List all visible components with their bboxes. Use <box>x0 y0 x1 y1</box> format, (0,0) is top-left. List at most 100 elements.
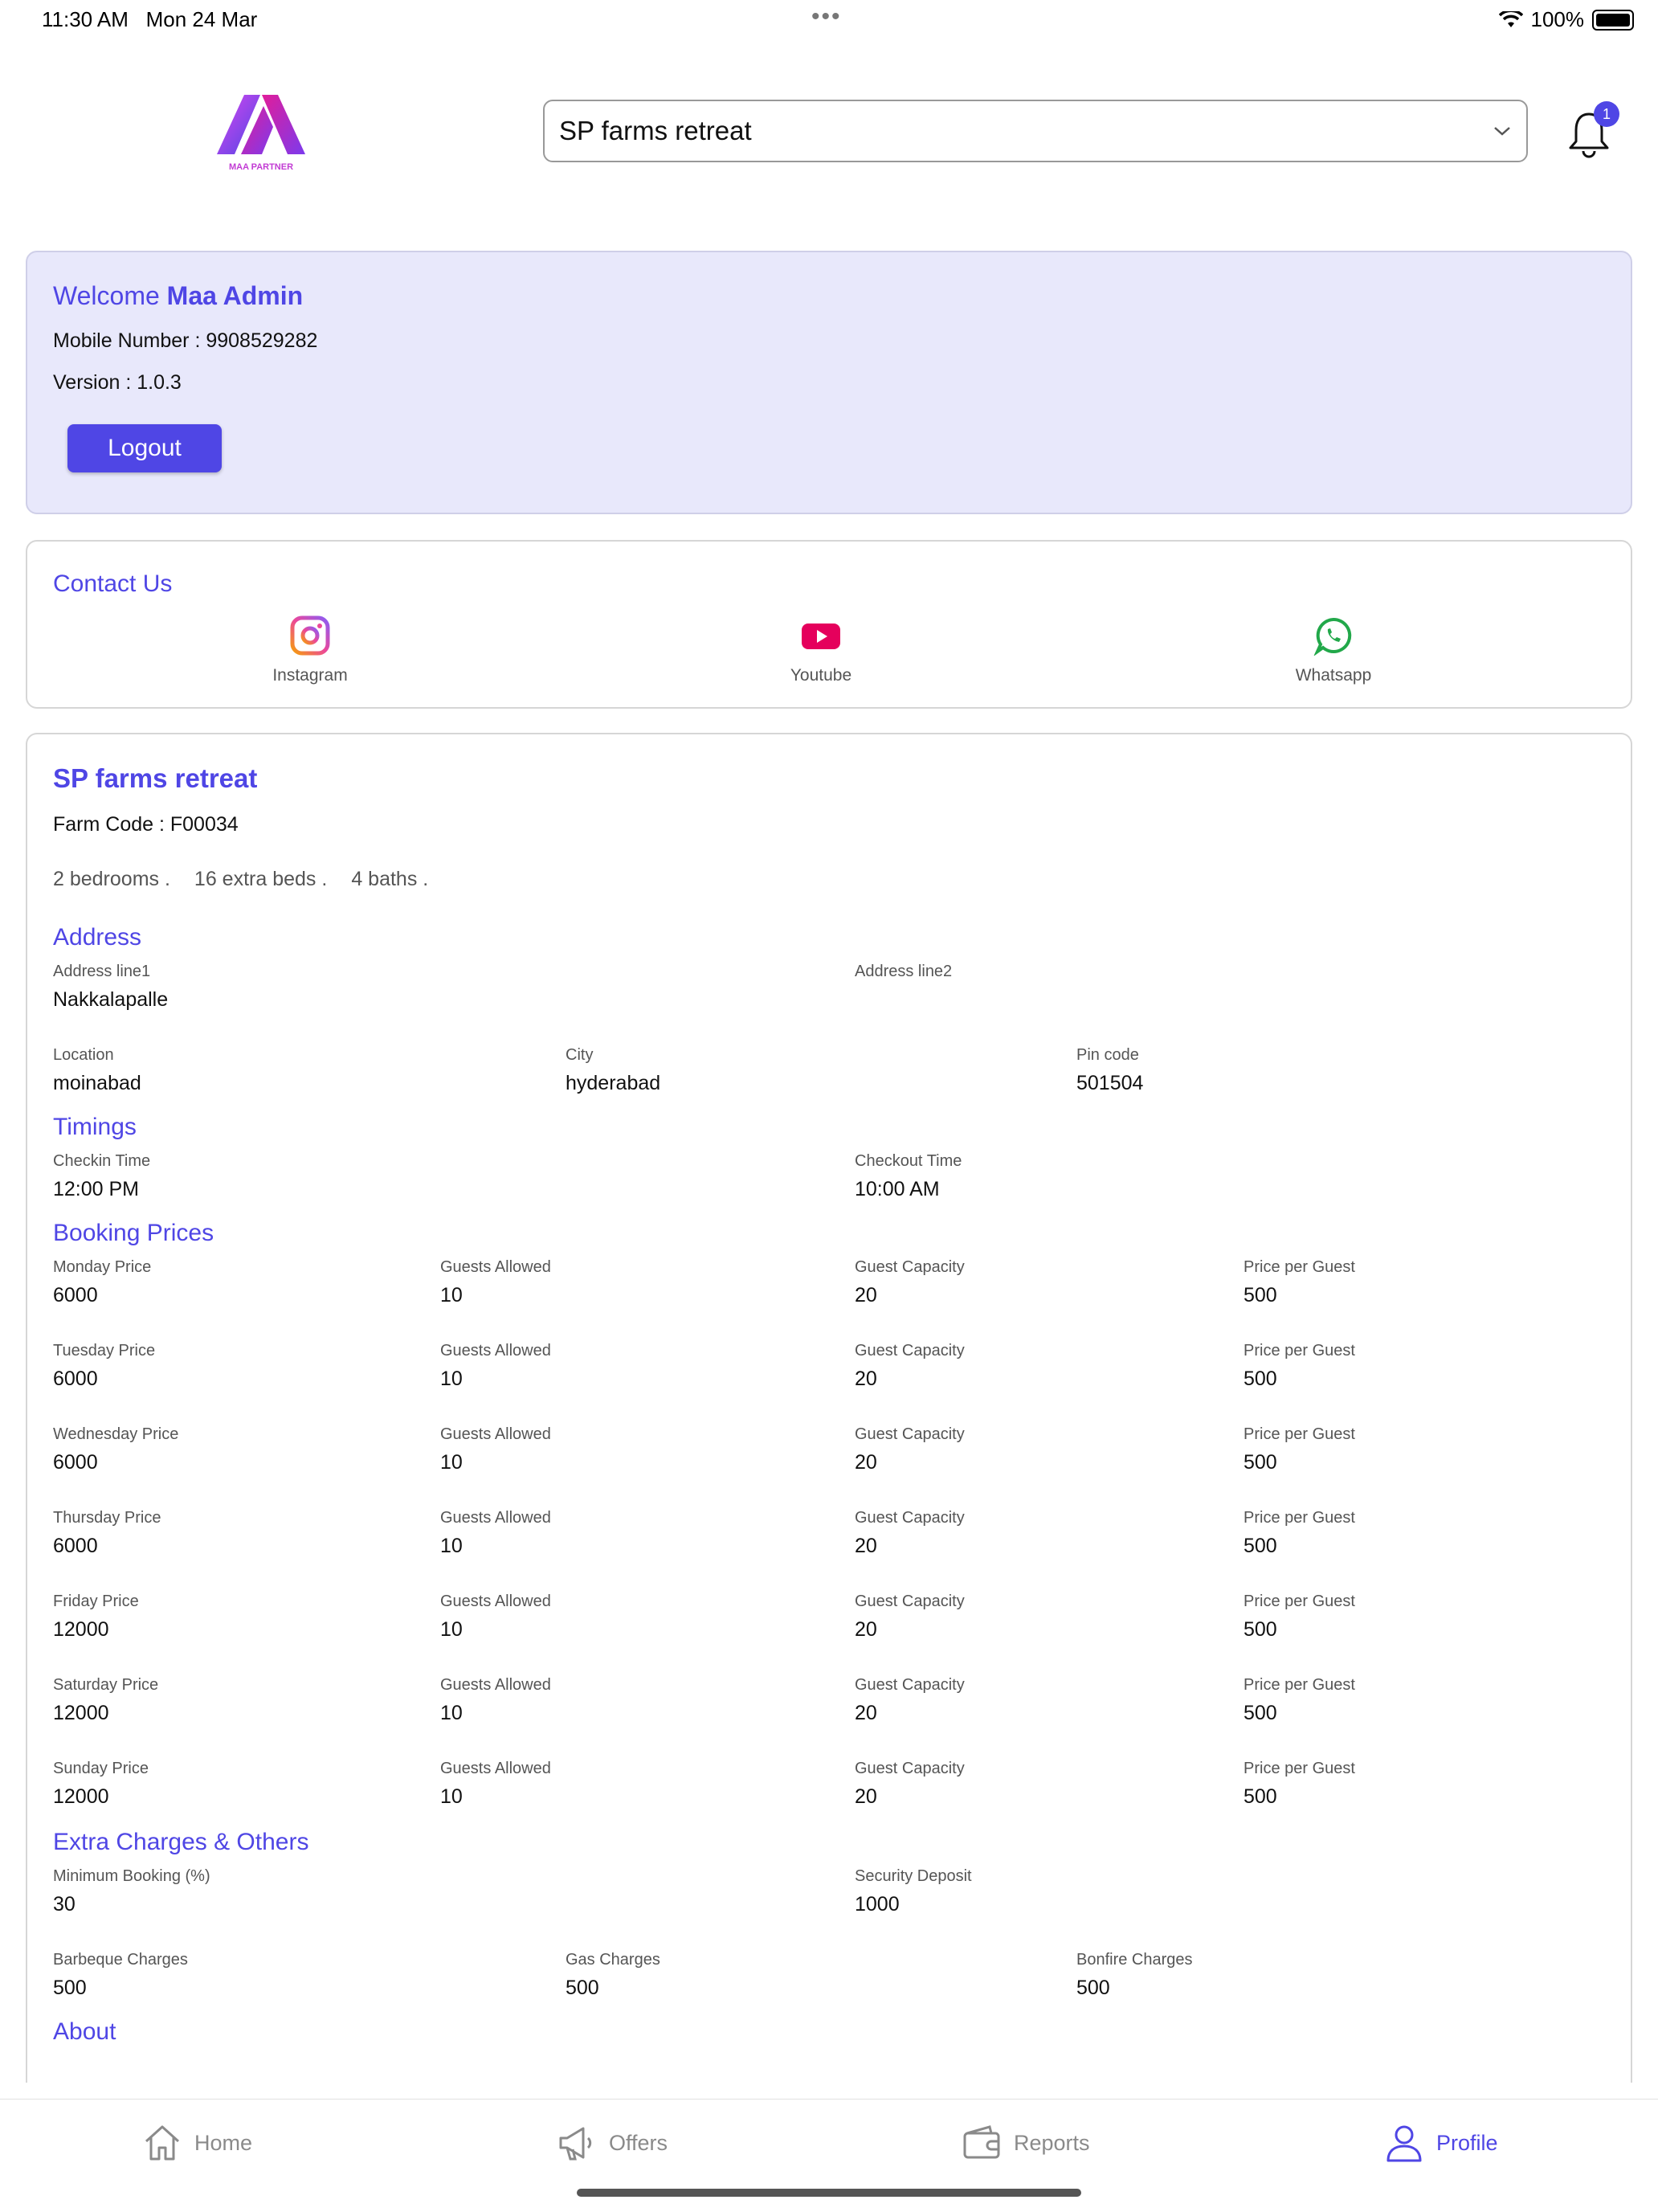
day-price-label: Monday Price <box>53 1258 152 1276</box>
whatsapp-label: Whatsapp <box>1295 666 1372 685</box>
guest-capacity-label: Guest Capacity <box>855 1760 965 1777</box>
battery-icon <box>1592 9 1634 31</box>
tab-home[interactable]: Home <box>141 2122 252 2164</box>
barbeque-charges-value: 500 <box>53 1977 87 1999</box>
day-price-label: Wednesday Price <box>53 1425 179 1443</box>
notification-button[interactable]: 1 <box>1566 101 1619 159</box>
price-per-guest-label: Price per Guest <box>1244 1593 1355 1610</box>
mobile-number: Mobile Number : 9908529282 <box>53 329 318 352</box>
day-price-value: 12000 <box>53 1618 109 1641</box>
address-line1-label: Address line1 <box>53 963 151 980</box>
about-title: About <box>53 2018 116 2045</box>
tab-home-label: Home <box>194 2130 253 2155</box>
guests-allowed-value: 10 <box>440 1618 463 1641</box>
address-line2-label: Address line2 <box>855 963 953 980</box>
guests-allowed-label: Guests Allowed <box>440 1342 551 1360</box>
status-right: 100% <box>1498 7 1634 32</box>
contact-title: Contact Us <box>53 570 173 597</box>
guest-capacity-value: 20 <box>855 1535 877 1557</box>
guest-capacity-value: 20 <box>855 1284 877 1306</box>
city-label: City <box>566 1046 594 1064</box>
room-summary: 2 bedrooms . 16 extra beds . 4 baths . <box>53 868 428 891</box>
farm-select-value: SP farms retreat <box>559 116 752 145</box>
baths-count: 4 baths . <box>351 868 429 890</box>
status-bar: 11:30 AM Mon 24 Mar ••• 100% <box>0 0 1658 40</box>
megaphone-icon <box>559 2127 592 2161</box>
logout-button[interactable]: Logout <box>67 424 222 472</box>
checkin-value: 12:00 PM <box>53 1178 140 1200</box>
gas-charges-value: 500 <box>566 1977 599 1999</box>
multitask-dots-icon[interactable]: ••• <box>811 3 842 31</box>
app-logo: MAA PARTNER <box>217 92 305 172</box>
guests-allowed-label: Guests Allowed <box>440 1509 551 1527</box>
address-line1-value: Nakkalapalle <box>53 988 169 1011</box>
location-value: moinabad <box>53 1072 141 1094</box>
day-price-value: 12000 <box>53 1785 109 1808</box>
price-per-guest-label: Price per Guest <box>1244 1509 1355 1527</box>
guest-capacity-value: 20 <box>855 1368 877 1390</box>
day-price-value: 6000 <box>53 1284 98 1306</box>
farm-details-card: SP farms retreat Farm Code : F00034 2 be… <box>26 733 1632 2083</box>
price-per-guest-value: 500 <box>1244 1451 1277 1474</box>
price-per-guest-value: 500 <box>1244 1535 1277 1557</box>
day-price-label: Friday Price <box>53 1593 139 1610</box>
home-indicator[interactable] <box>577 2189 1081 2197</box>
tab-profile-label: Profile <box>1436 2130 1498 2155</box>
bonfire-charges-value: 500 <box>1076 1977 1110 1999</box>
notification-badge: 1 <box>1594 101 1619 127</box>
instagram-icon <box>290 615 330 656</box>
logo-text: MAA PARTNER <box>228 162 294 172</box>
address-title: Address <box>53 924 142 951</box>
wallet-icon <box>963 2125 1000 2159</box>
farm-name: SP farms retreat <box>53 763 258 793</box>
price-per-guest-label: Price per Guest <box>1244 1258 1355 1276</box>
guests-allowed-label: Guests Allowed <box>440 1760 551 1777</box>
checkout-value: 10:00 AM <box>855 1178 940 1200</box>
instagram-link[interactable]: Instagram <box>230 615 390 685</box>
guests-allowed-label: Guests Allowed <box>440 1676 551 1694</box>
battery-percent: 100% <box>1530 7 1585 31</box>
guest-capacity-label: Guest Capacity <box>855 1509 965 1527</box>
security-deposit-value: 1000 <box>855 1893 900 1916</box>
guests-allowed-value: 10 <box>440 1702 463 1724</box>
guest-capacity-label: Guest Capacity <box>855 1258 965 1276</box>
guest-capacity-value: 20 <box>855 1785 877 1808</box>
tab-offers-label: Offers <box>609 2130 668 2155</box>
guest-capacity-label: Guest Capacity <box>855 1425 965 1443</box>
day-price-label: Tuesday Price <box>53 1342 156 1360</box>
price-per-guest-label: Price per Guest <box>1244 1760 1355 1777</box>
day-price-label: Saturday Price <box>53 1676 159 1694</box>
extra-beds-count: 16 extra beds . <box>194 868 328 890</box>
day-price-value: 6000 <box>53 1535 98 1557</box>
checkout-label: Checkout Time <box>855 1152 962 1170</box>
day-price-value: 6000 <box>53 1368 98 1390</box>
guests-allowed-value: 10 <box>440 1284 463 1306</box>
pin-code-label: Pin code <box>1076 1046 1139 1064</box>
day-price-label: Sunday Price <box>53 1760 149 1777</box>
guests-allowed-value: 10 <box>440 1451 463 1474</box>
guests-allowed-value: 10 <box>440 1785 463 1808</box>
farm-select-dropdown[interactable]: SP farms retreat <box>543 100 1528 162</box>
guests-allowed-value: 10 <box>440 1535 463 1557</box>
tab-profile[interactable]: Profile <box>1383 2122 1498 2164</box>
price-per-guest-value: 500 <box>1244 1702 1277 1724</box>
youtube-link[interactable]: Youtube <box>741 615 901 685</box>
admin-name: Maa Admin <box>166 281 304 310</box>
tab-offers[interactable]: Offers <box>556 2122 668 2164</box>
security-deposit-label: Security Deposit <box>855 1867 972 1885</box>
tab-reports[interactable]: Reports <box>961 2122 1090 2164</box>
price-per-guest-value: 500 <box>1244 1284 1277 1306</box>
location-label: Location <box>53 1046 114 1064</box>
instagram-label: Instagram <box>272 666 348 685</box>
whatsapp-link[interactable]: Whatsapp <box>1253 615 1414 685</box>
extra-charges-title: Extra Charges & Others <box>53 1829 309 1855</box>
home-icon <box>145 2125 180 2161</box>
min-booking-value: 30 <box>53 1893 76 1916</box>
price-per-guest-value: 500 <box>1244 1368 1277 1390</box>
price-per-guest-label: Price per Guest <box>1244 1342 1355 1360</box>
user-icon <box>1386 2125 1422 2162</box>
day-price-label: Thursday Price <box>53 1509 161 1527</box>
guests-allowed-value: 10 <box>440 1368 463 1390</box>
price-per-guest-label: Price per Guest <box>1244 1425 1355 1443</box>
bonfire-charges-label: Bonfire Charges <box>1076 1951 1193 1969</box>
